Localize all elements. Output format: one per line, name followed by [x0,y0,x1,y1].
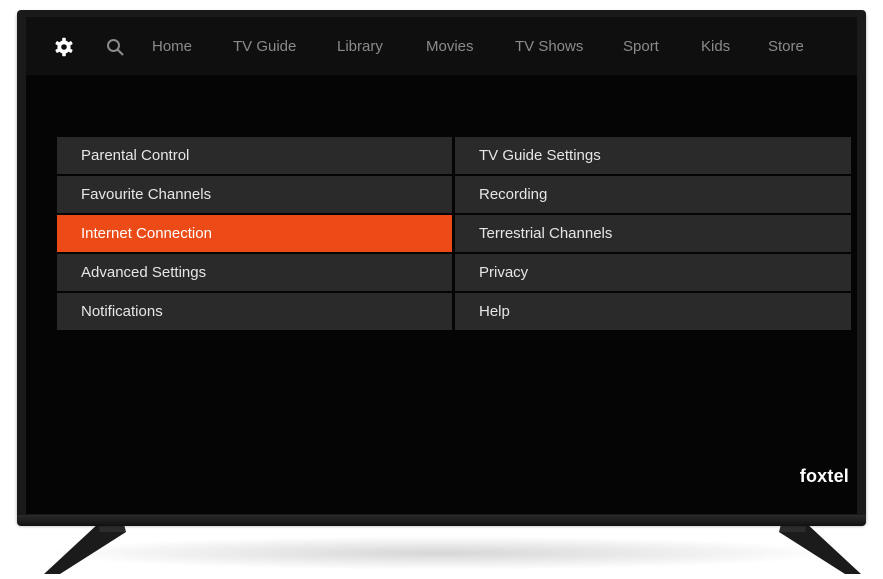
nav-item-tv-guide[interactable]: TV Guide [233,38,296,55]
menu-item-tv-guide-settings[interactable]: TV Guide Settings [455,137,851,174]
nav-item-sport[interactable]: Sport [623,38,659,55]
foxtel-logo: foxtel [799,466,849,486]
menu-item-terrestrial-channels[interactable]: Terrestrial Channels [455,215,851,252]
menu-item-recording[interactable]: Recording [455,176,851,213]
menu-item-internet-connection[interactable]: Internet Connection [57,215,452,252]
menu-item-parental-control[interactable]: Parental Control [57,137,452,174]
tv-stand-right-leg [779,522,861,574]
settings-menu: Parental Control Favourite Channels Inte… [57,137,851,331]
top-navigation: Home TV Guide Library Movies TV Shows Sp… [26,17,857,75]
menu-item-advanced-settings[interactable]: Advanced Settings [57,254,452,291]
stand-shadow [40,536,840,570]
nav-item-store[interactable]: Store [768,38,804,55]
nav-item-movies[interactable]: Movies [426,38,474,55]
nav-item-home[interactable]: Home [152,38,192,55]
tv-stand-left-leg [44,522,126,574]
menu-item-notifications[interactable]: Notifications [57,293,452,330]
nav-item-tv-shows[interactable]: TV Shows [515,38,583,55]
nav-item-kids[interactable]: Kids [701,38,730,55]
search-icon[interactable] [106,38,124,61]
tv-bottom-bezel [17,515,866,526]
gear-icon[interactable] [54,37,74,62]
tv-screen: Home TV Guide Library Movies TV Shows Sp… [26,17,857,514]
menu-item-privacy[interactable]: Privacy [455,254,851,291]
menu-item-help[interactable]: Help [455,293,851,330]
menu-item-favourite-channels[interactable]: Favourite Channels [57,176,452,213]
nav-item-library[interactable]: Library [337,38,383,55]
